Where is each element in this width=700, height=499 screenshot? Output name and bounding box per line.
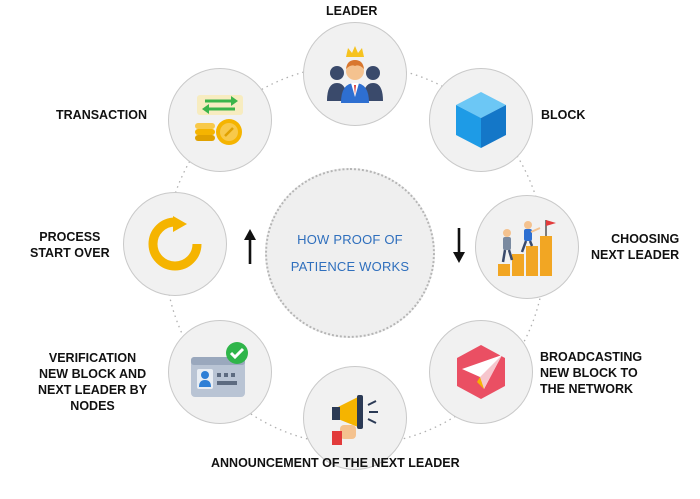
down-arrow-icon (453, 228, 465, 263)
label-block: BLOCK (541, 108, 586, 122)
node-leader (303, 22, 407, 126)
label-process-start-over: PROCESS START OVER (30, 230, 110, 260)
climbing-podium-icon (498, 220, 556, 276)
center-title-line-2: PATIENCE WORKS (290, 259, 410, 274)
node-transaction (168, 68, 272, 172)
up-arrow-icon (244, 229, 256, 264)
label-leader: LEADER (326, 4, 378, 18)
node-choosing-next-leader (475, 195, 579, 299)
cube-block-icon (456, 92, 506, 148)
label-transaction: TRANSACTION (56, 108, 147, 122)
center-title-circle: HOW PROOF OF PATIENCE WORKS (265, 168, 435, 338)
restart-arrow-icon (148, 216, 202, 271)
node-process-start-over (123, 192, 227, 296)
paper-plane-icon (457, 345, 505, 399)
label-broadcasting: BROADCASTING NEW BLOCK TO THE NETWORK (540, 350, 643, 396)
leader-crown-icon (327, 46, 383, 103)
label-choosing-next-leader: CHOOSING NEXT LEADER (591, 232, 680, 262)
label-announcement: ANNOUNCEMENT OF THE NEXT LEADER (211, 456, 460, 470)
megaphone-icon (332, 395, 378, 445)
node-verification (168, 320, 272, 424)
center-title-line-1: HOW PROOF OF (297, 232, 403, 247)
node-broadcasting (429, 320, 533, 424)
node-block (429, 68, 533, 172)
exchange-coins-icon (195, 95, 243, 145)
label-verification: VERIFICATION NEW BLOCK AND NEXT LEADER B… (38, 351, 148, 413)
verified-id-card-icon (191, 342, 248, 397)
